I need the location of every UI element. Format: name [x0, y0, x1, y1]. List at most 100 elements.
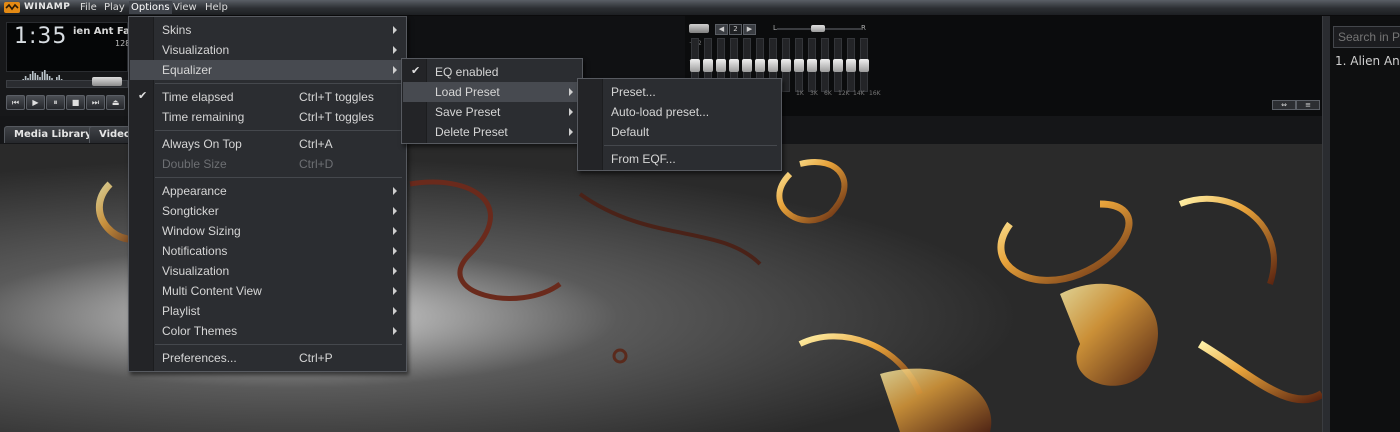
- menu-item-preset[interactable]: Preset...: [579, 82, 780, 102]
- eq-band-slider[interactable]: [807, 38, 817, 92]
- freq-label: 12K: [838, 90, 850, 97]
- menu-item-playlist[interactable]: Playlist: [130, 301, 405, 321]
- tab-media-library[interactable]: Media Library: [4, 126, 102, 143]
- freq-label: 16K: [869, 90, 881, 97]
- eq-band-slider[interactable]: [846, 38, 856, 92]
- eq-slider-knob[interactable]: [755, 59, 765, 72]
- submenu-arrow-icon: [569, 128, 573, 136]
- submenu-arrow-icon: [393, 327, 397, 335]
- menu-item-visualization[interactable]: Visualization: [130, 261, 405, 281]
- time-elapsed-text: 1:35: [14, 24, 68, 49]
- menu-item-label: Skins: [162, 23, 192, 37]
- menu-item-visualization[interactable]: Visualization: [130, 40, 405, 60]
- menu-item-color-themes[interactable]: Color Themes: [130, 321, 405, 341]
- menu-item-load-preset[interactable]: Load Preset: [403, 82, 581, 102]
- seek-handle[interactable]: [92, 77, 122, 86]
- menu-item-appearance[interactable]: Appearance: [130, 181, 405, 201]
- menu-item-time-remaining[interactable]: Time remaining Ctrl+T toggles: [130, 107, 405, 127]
- menu-help[interactable]: Help: [203, 1, 230, 14]
- song-ticker: ien Ant Far: [73, 26, 135, 37]
- equalizer-submenu: ✔ EQ enabled Load Preset Save Preset Delete …: [401, 58, 583, 144]
- title-bar: WINAMP File Play Options View Help: [0, 0, 1400, 16]
- menu-item-shortcut: Ctrl+P: [299, 351, 333, 365]
- submenu-arrow-icon: [393, 26, 397, 34]
- eq-link-button[interactable]: ⇔: [1272, 100, 1296, 110]
- menu-item-label: Always On Top: [162, 137, 242, 151]
- menu-item-from-eqf[interactable]: From EQF...: [579, 149, 780, 169]
- eq-next-preset-button[interactable]: ▶: [743, 24, 756, 35]
- menu-item-delete-preset[interactable]: Delete Preset: [403, 122, 581, 142]
- eq-slider-knob[interactable]: [716, 59, 726, 72]
- menu-item-label: Window Sizing: [162, 224, 241, 238]
- submenu-arrow-icon: [393, 247, 397, 255]
- menu-item-label: Visualization: [162, 43, 230, 57]
- menu-item-multi-content-view[interactable]: Multi Content View: [130, 281, 405, 301]
- menu-item-eq-enabled[interactable]: ✔ EQ enabled: [403, 62, 581, 82]
- menu-item-window-sizing[interactable]: Window Sizing: [130, 221, 405, 241]
- menu-view[interactable]: View: [171, 1, 199, 14]
- eq-slider-knob[interactable]: [859, 59, 869, 72]
- menu-item-auto-load-preset[interactable]: Auto-load preset...: [579, 102, 780, 122]
- menu-file[interactable]: File: [78, 1, 99, 14]
- submenu-arrow-icon: [569, 88, 573, 96]
- eq-band-slider[interactable]: [833, 38, 843, 92]
- load-preset-submenu: Preset... Auto-load preset... Default From …: [577, 78, 782, 171]
- check-icon: ✔: [411, 64, 421, 77]
- menu-item-label: Color Themes: [162, 324, 238, 338]
- menu-item-time-elapsed[interactable]: ✔ Time elapsed Ctrl+T toggles: [130, 87, 405, 107]
- menu-item-songticker[interactable]: Songticker: [130, 201, 405, 221]
- menu-options[interactable]: Options: [129, 1, 172, 14]
- pause-button[interactable]: ⏸: [46, 95, 65, 110]
- eject-button[interactable]: ⏏: [106, 95, 125, 110]
- menu-item-default[interactable]: Default: [579, 122, 780, 142]
- play-button[interactable]: ▶: [26, 95, 45, 110]
- eq-slider-knob[interactable]: [768, 59, 778, 72]
- stop-button[interactable]: ■: [66, 95, 85, 110]
- menu-separator: [155, 177, 402, 178]
- submenu-arrow-icon: [569, 108, 573, 116]
- eq-slider-knob[interactable]: [820, 59, 830, 72]
- previous-button[interactable]: ⏮: [6, 95, 25, 110]
- menu-item-shortcut: Ctrl+T toggles: [299, 90, 374, 104]
- eq-menu-button[interactable]: ≡: [1296, 100, 1320, 110]
- freq-label: 6K: [824, 90, 832, 97]
- menu-item-preferences[interactable]: Preferences... Ctrl+P: [130, 348, 405, 368]
- eq-slider-knob[interactable]: [794, 59, 804, 72]
- eq-slider-knob[interactable]: [742, 59, 752, 72]
- eq-band-slider[interactable]: [859, 38, 869, 92]
- menu-item-label: Save Preset: [435, 105, 501, 119]
- balance-handle[interactable]: [811, 25, 825, 32]
- eq-slider-knob[interactable]: [833, 59, 843, 72]
- eq-band-slider[interactable]: [794, 38, 804, 92]
- menu-item-label: Preferences...: [162, 351, 237, 365]
- eq-prev-preset-button[interactable]: ◀: [715, 24, 728, 35]
- eq-slider-knob[interactable]: [703, 59, 713, 72]
- eq-slider-knob[interactable]: [807, 59, 817, 72]
- playlist-search-input[interactable]: [1333, 26, 1400, 48]
- eq-band-slider[interactable]: [820, 38, 830, 92]
- menu-item-label: Notifications: [162, 244, 228, 258]
- submenu-arrow-icon: [393, 287, 397, 295]
- submenu-arrow-icon: [393, 207, 397, 215]
- eq-slider-knob[interactable]: [690, 59, 700, 72]
- menu-item-always-on-top[interactable]: Always On Top Ctrl+A: [130, 134, 405, 154]
- eq-mode-button[interactable]: [689, 24, 709, 33]
- eq-slider-knob[interactable]: [781, 59, 791, 72]
- eq-slider-knob[interactable]: [846, 59, 856, 72]
- next-button[interactable]: ⏭: [86, 95, 105, 110]
- menu-item-save-preset[interactable]: Save Preset: [403, 102, 581, 122]
- menu-item-equalizer[interactable]: Equalizer: [130, 60, 405, 80]
- playlist-item[interactable]: 1. Alien Ant F: [1335, 54, 1400, 68]
- eq-band-slider[interactable]: [781, 38, 791, 92]
- app-name: WINAMP: [24, 2, 71, 12]
- menu-item-label: Appearance: [162, 184, 227, 198]
- menu-item-skins[interactable]: Skins: [130, 20, 405, 40]
- submenu-arrow-icon: [393, 267, 397, 275]
- menu-item-notifications[interactable]: Notifications: [130, 241, 405, 261]
- menu-item-label: Double Size: [162, 157, 227, 171]
- submenu-arrow-icon: [393, 227, 397, 235]
- menu-item-shortcut: Ctrl+T toggles: [299, 110, 374, 124]
- menu-item-label: Preset...: [611, 85, 656, 99]
- menu-play[interactable]: Play: [102, 1, 127, 14]
- eq-slider-knob[interactable]: [729, 59, 739, 72]
